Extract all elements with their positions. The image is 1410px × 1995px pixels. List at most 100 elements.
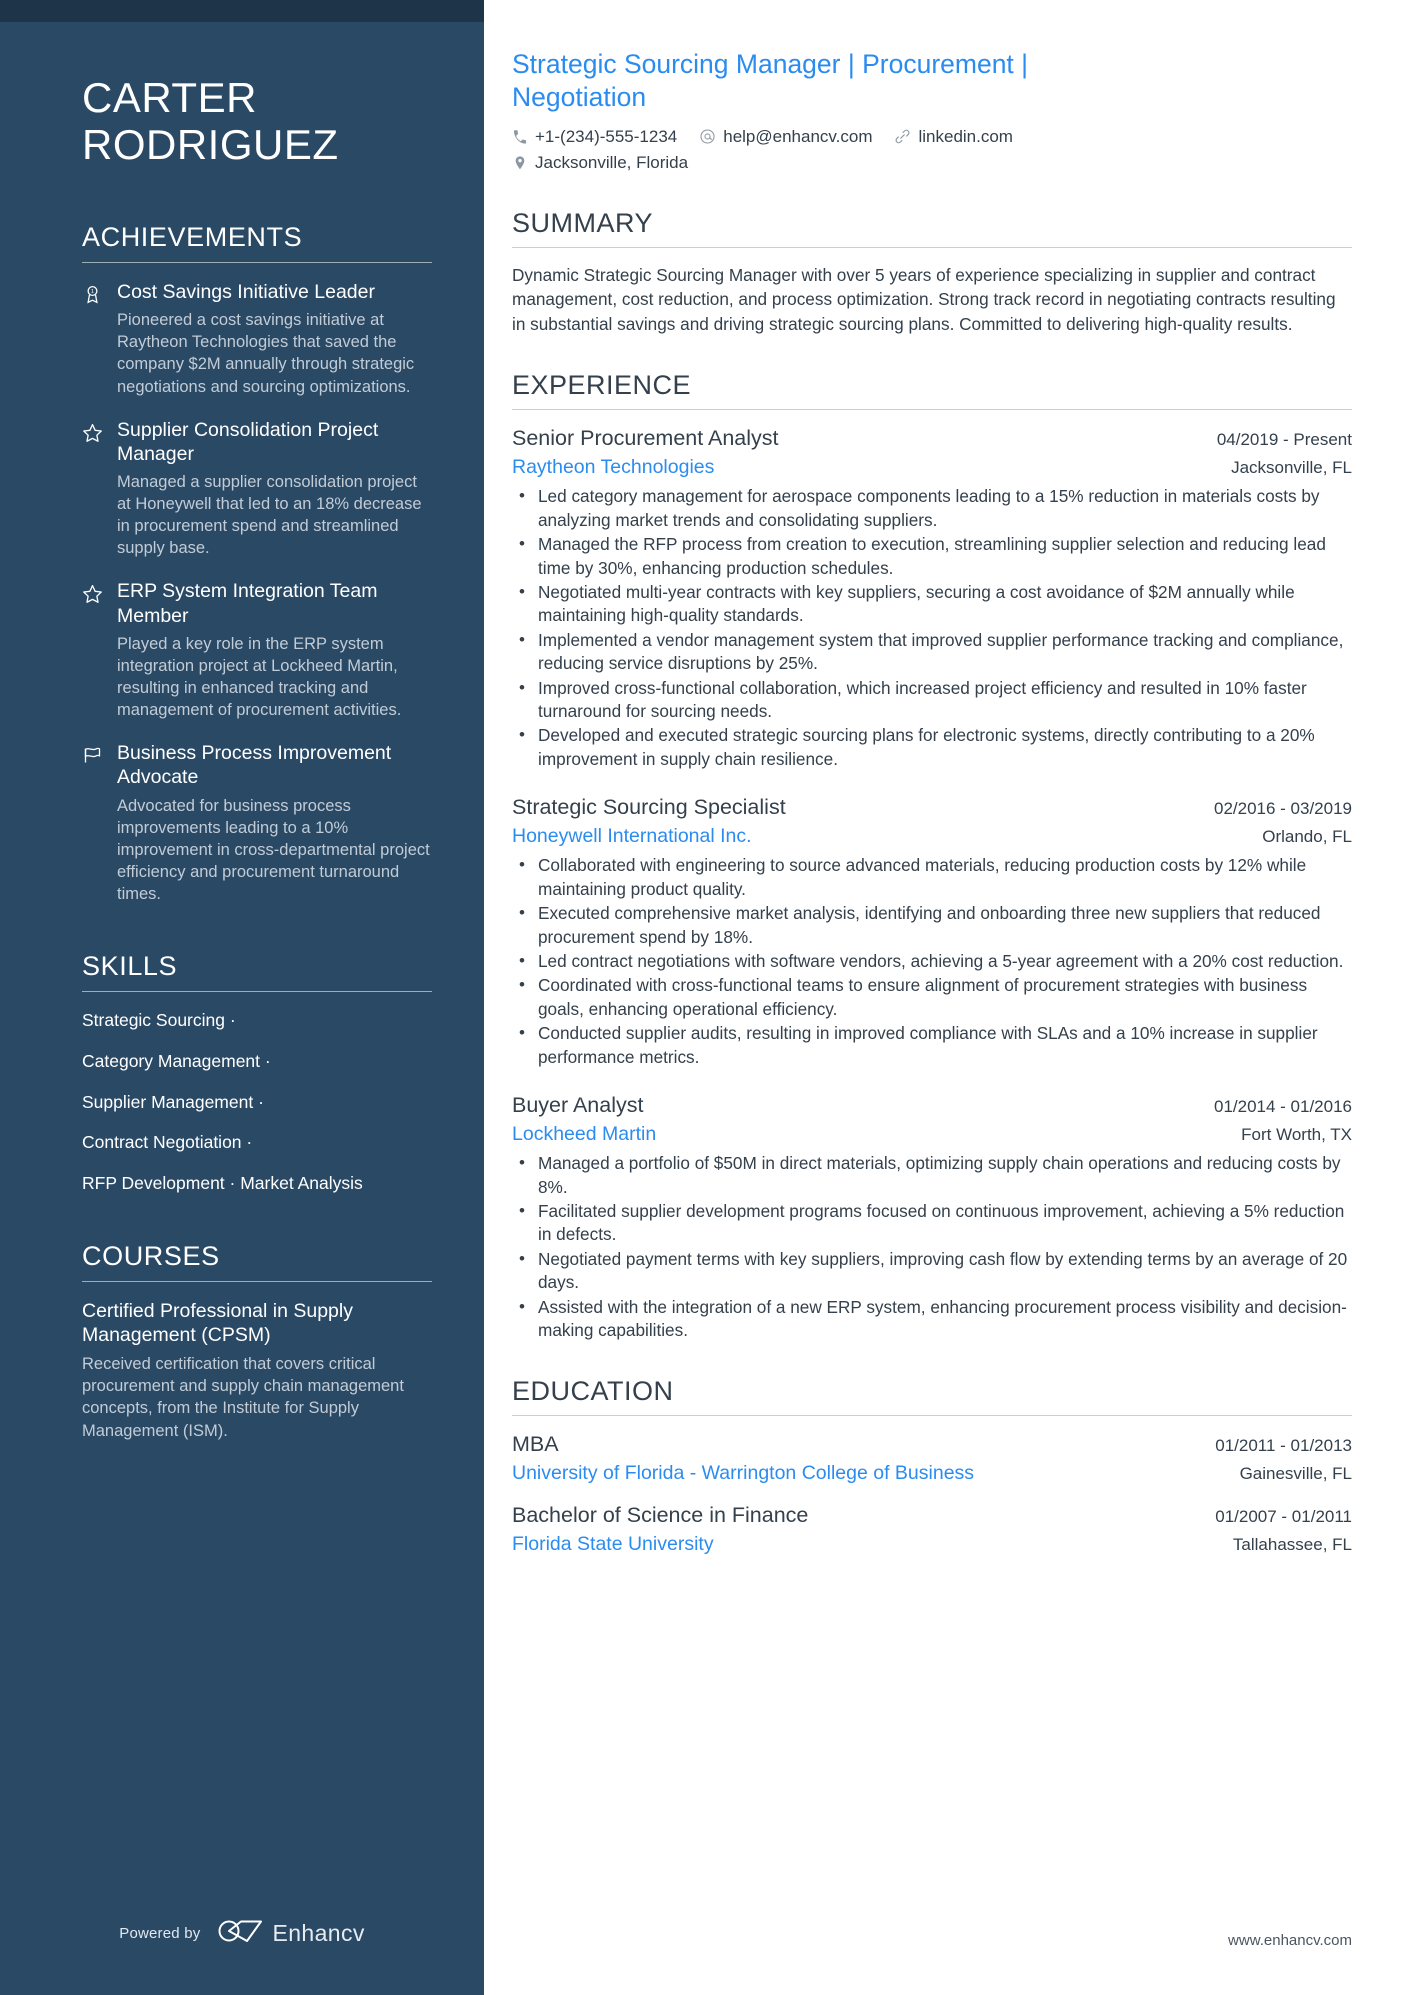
achievements-section: ACHIEVEMENTS 1 Cost Savings Initiative L… <box>82 222 432 905</box>
svg-text:1: 1 <box>91 289 94 295</box>
sidebar-top-strip <box>0 0 484 22</box>
job-bullet: Led contract negotiations with software … <box>512 949 1352 973</box>
course-item: Certified Professional in Supply Managem… <box>82 1299 432 1442</box>
contact-row-secondary: Jacksonville, Florida <box>512 152 1352 174</box>
education-school[interactable]: Florida State University <box>512 1532 714 1557</box>
job-bullet: Assisted with the integration of a new E… <box>512 1295 1352 1343</box>
skill-line: Strategic Sourcing · <box>82 1010 236 1031</box>
education-school[interactable]: University of Florida - Warrington Colle… <box>512 1461 974 1486</box>
skill-line: RFP Development · Market Analysis <box>82 1173 363 1194</box>
contact-linkedin-value: linkedin.com <box>918 126 1013 146</box>
candidate-first-name: CARTER <box>82 74 257 121</box>
footer-website-url[interactable]: www.enhancv.com <box>1228 1932 1352 1949</box>
job-location: Orlando, FL <box>1262 827 1352 847</box>
enhancv-logo: Enhancv <box>217 1918 364 1949</box>
experience-entry: Buyer Analyst 01/2014 - 01/2016 Lockheed… <box>512 1092 1352 1342</box>
sidebar: CARTER RODRIGUEZ ACHIEVEMENTS 1 Cost Sav… <box>0 0 484 1995</box>
experience-entry: Strategic Sourcing Specialist 02/2016 - … <box>512 794 1352 1069</box>
skills-section: SKILLS Strategic Sourcing · Category Man… <box>82 951 432 1195</box>
section-divider <box>82 991 432 993</box>
job-bullet: Negotiated multi-year contracts with key… <box>512 580 1352 628</box>
contact-phone-value: +1-(234)-555-1234 <box>535 126 678 146</box>
main-content: Strategic Sourcing Manager | Procurement… <box>484 0 1410 1995</box>
email-at-icon <box>699 128 716 145</box>
job-bullet: Conducted supplier audits, resulting in … <box>512 1021 1352 1069</box>
education-entry: Bachelor of Science in Finance 01/2007 -… <box>512 1502 1352 1557</box>
section-divider <box>82 1280 432 1282</box>
resume-page: CARTER RODRIGUEZ ACHIEVEMENTS 1 Cost Sav… <box>0 0 1410 1995</box>
education-location: Tallahassee, FL <box>1232 1534 1352 1554</box>
job-company[interactable]: Lockheed Martin <box>512 1122 656 1147</box>
job-date: 04/2019 - Present <box>1216 430 1352 450</box>
courses-section: COURSES Certified Professional in Supply… <box>82 1241 432 1442</box>
contact-email-value: help@enhancv.com <box>723 126 873 146</box>
phone-icon <box>512 129 528 145</box>
achievement-title: Business Process Improvement Advocate <box>117 742 392 789</box>
education-heading: EDUCATION <box>512 1376 674 1407</box>
job-company[interactable]: Raytheon Technologies <box>512 455 714 480</box>
location-pin-icon <box>512 155 528 171</box>
job-bullet: Led category management for aerospace co… <box>512 484 1352 532</box>
contact-email[interactable]: help@enhancv.com <box>699 126 872 148</box>
education-degree: MBA <box>512 1432 559 1457</box>
achievement-title: Cost Savings Initiative Leader <box>117 281 375 304</box>
achievement-item: ERP System Integration Team Member Playe… <box>82 579 432 721</box>
achievement-description: Advocated for business process improveme… <box>117 796 430 904</box>
section-divider <box>82 262 432 264</box>
job-bullet: Coordinated with cross-functional teams … <box>512 973 1352 1021</box>
job-bullets: Collaborated with engineering to source … <box>512 853 1352 1069</box>
education-degree: Bachelor of Science in Finance <box>512 1502 809 1527</box>
education-entry: MBA 01/2011 - 01/2013 University of Flor… <box>512 1431 1352 1486</box>
job-location: Fort Worth, TX <box>1241 1124 1352 1144</box>
contact-details: +1-(234)-555-1234 help@enhancv.com linke… <box>512 126 1352 174</box>
award-ribbon-icon: 1 <box>82 280 104 398</box>
experience-heading: EXPERIENCE <box>512 370 692 401</box>
candidate-name: CARTER RODRIGUEZ <box>82 74 432 168</box>
summary-section: SUMMARY Dynamic Strategic Sourcing Manag… <box>512 208 1352 336</box>
contact-row-primary: +1-(234)-555-1234 help@enhancv.com linke… <box>512 126 1352 148</box>
education-date: 01/2011 - 01/2013 <box>1215 1436 1352 1456</box>
headline-title: Strategic Sourcing Manager | Procurement… <box>512 49 1029 113</box>
job-bullets: Managed a portfolio of $50M in direct ma… <box>512 1151 1352 1343</box>
job-company[interactable]: Honeywell International Inc. <box>512 824 752 849</box>
link-icon <box>894 128 911 145</box>
achievement-title: Supplier Consolidation Project Manager <box>117 418 379 465</box>
job-bullet: Collaborated with engineering to source … <box>512 853 1352 901</box>
achievement-item: 1 Cost Savings Initiative Leader Pioneer… <box>82 280 432 398</box>
summary-text: Dynamic Strategic Sourcing Manager with … <box>512 264 1336 334</box>
skills-heading: SKILLS <box>82 951 178 982</box>
job-location: Jacksonville, FL <box>1231 458 1352 478</box>
star-icon <box>82 579 104 721</box>
achievement-description: Played a key role in the ERP system inte… <box>117 634 402 720</box>
section-divider <box>512 1415 1352 1417</box>
job-date: 01/2014 - 01/2016 <box>1213 1096 1352 1116</box>
job-bullet: Executed comprehensive market analysis, … <box>512 901 1352 949</box>
course-description: Received certification that covers criti… <box>82 1355 404 1440</box>
job-bullet: Negotiated payment terms with key suppli… <box>512 1247 1352 1295</box>
job-bullet: Improved cross-functional collaboration,… <box>512 676 1352 724</box>
enhancv-logo-icon <box>217 1918 263 1949</box>
summary-heading: SUMMARY <box>512 207 654 238</box>
job-role: Buyer Analyst <box>512 1092 644 1117</box>
courses-heading: COURSES <box>82 1240 220 1271</box>
star-icon <box>82 418 104 560</box>
achievement-description: Managed a supplier consolidation project… <box>117 473 422 558</box>
powered-by-label: Powered by <box>119 1925 201 1942</box>
contact-phone[interactable]: +1-(234)-555-1234 <box>512 126 677 148</box>
achievement-item: Supplier Consolidation Project Manager M… <box>82 418 432 560</box>
job-bullet: Managed the RFP process from creation to… <box>512 532 1352 580</box>
contact-location: Jacksonville, Florida <box>512 152 688 174</box>
contact-location-value: Jacksonville, Florida <box>535 152 689 172</box>
job-role: Senior Procurement Analyst <box>512 426 779 451</box>
job-bullet: Facilitated supplier development program… <box>512 1199 1352 1247</box>
skill-line: Supplier Management · <box>82 1091 264 1112</box>
job-bullet: Implemented a vendor management system t… <box>512 628 1352 676</box>
job-role: Strategic Sourcing Specialist <box>512 795 786 820</box>
achievement-item: Business Process Improvement Advocate Ad… <box>82 741 432 905</box>
sidebar-footer: Powered by Enhancv <box>0 1918 484 1949</box>
course-title: Certified Professional in Supply Managem… <box>82 1299 353 1347</box>
job-bullet: Managed a portfolio of $50M in direct ma… <box>512 1151 1352 1199</box>
contact-linkedin[interactable]: linkedin.com <box>894 126 1013 148</box>
experience-entry: Senior Procurement Analyst 04/2019 - Pre… <box>512 425 1352 771</box>
experience-section: EXPERIENCE Senior Procurement Analyst 04… <box>512 370 1352 1342</box>
